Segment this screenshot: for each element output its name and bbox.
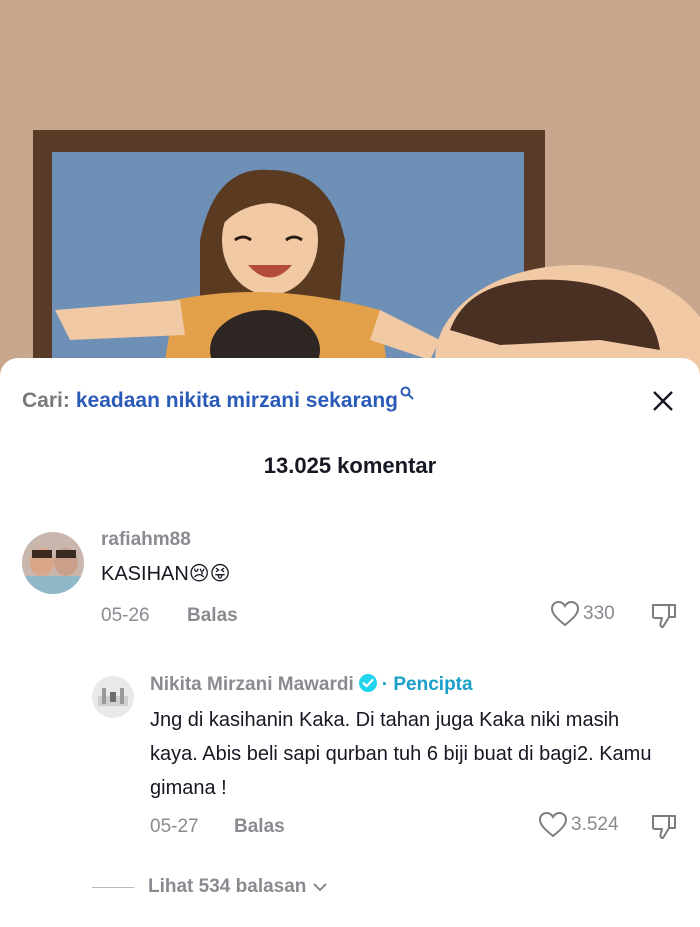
avatar[interactable] (92, 676, 134, 718)
comment-count: 13.025 komentar (263, 453, 437, 478)
thumbs-down-icon (651, 815, 676, 839)
search-term-link[interactable]: keadaan nikita mirzani sekarang (76, 389, 398, 413)
comments-sheet: Cari: keadaan nikita mirzani sekarang 13… (0, 358, 700, 927)
reply-date: 05-27 (150, 816, 199, 837)
like-count: 330 (583, 603, 615, 624)
video-background (0, 0, 700, 390)
dislike-button[interactable] (650, 812, 678, 845)
verified-icon (358, 674, 377, 692)
like-button[interactable]: 3.524 (539, 812, 619, 838)
video-illustration (0, 0, 700, 390)
reply-button[interactable]: Balas (187, 605, 238, 627)
thumbs-down-icon (651, 604, 676, 628)
close-button[interactable] (648, 386, 678, 416)
view-replies-label: Lihat 534 balasan (148, 876, 307, 897)
chevron-down-icon (313, 883, 328, 892)
close-icon (653, 391, 673, 411)
like-button[interactable]: 330 (551, 601, 615, 627)
reply-button[interactable]: Balas (234, 816, 285, 838)
reply-username[interactable]: Nikita Mirzani Mawardi (150, 674, 354, 695)
search-prefix: Cari: (22, 389, 70, 412)
avatar[interactable] (22, 532, 84, 594)
comment-username[interactable]: rafiahm88 (101, 529, 191, 551)
reply-username-row: Nikita Mirzani Mawardi · Pencipta (150, 673, 473, 696)
comment-date: 05-26 (101, 605, 150, 626)
view-replies-button[interactable]: Lihat 534 balasan (92, 876, 328, 898)
heart-icon (551, 601, 579, 627)
comment-text: KASIHAN😢😝 (101, 563, 231, 585)
heart-icon (539, 812, 567, 838)
search-suggestion[interactable]: Cari: keadaan nikita mirzani sekarang (22, 384, 678, 418)
avatar-image (22, 532, 84, 594)
reply-text: Jng di kasihanin Kaka. Di tahan juga Kak… (150, 709, 652, 799)
dislike-button[interactable] (650, 601, 678, 634)
like-count: 3.524 (571, 814, 619, 835)
divider-line (92, 886, 134, 888)
search-icon[interactable] (400, 386, 414, 400)
avatar-image (92, 676, 134, 718)
creator-label: · Pencipta (381, 674, 473, 695)
